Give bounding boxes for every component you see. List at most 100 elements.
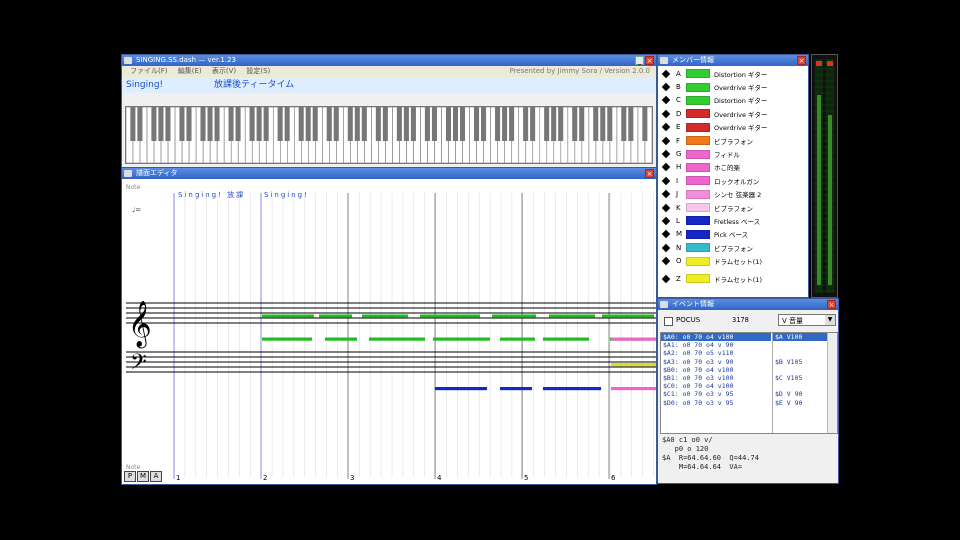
event-summary-row[interactable]: $A V100 xyxy=(773,333,827,342)
score-canvas[interactable]: Note ♩= Note Singing! 放課 Singing! 1 2 3 4 5 6… xyxy=(122,179,656,484)
parameter-select[interactable]: V 音量 ▼ xyxy=(778,314,836,326)
black-key[interactable] xyxy=(474,107,480,141)
black-key[interactable] xyxy=(530,107,536,141)
menu-settings[interactable]: 設定(S) xyxy=(246,67,270,75)
black-key[interactable] xyxy=(445,107,451,141)
guitar-note[interactable] xyxy=(492,314,536,318)
member-row[interactable]: H ホこ的楽 xyxy=(658,161,808,174)
black-key[interactable] xyxy=(544,107,550,141)
black-key[interactable] xyxy=(249,107,255,141)
guitar-note[interactable] xyxy=(420,314,480,318)
mode-m-button[interactable]: M xyxy=(137,471,149,482)
black-key[interactable] xyxy=(298,107,304,141)
info-close-button[interactable]: × xyxy=(827,300,836,309)
black-key[interactable] xyxy=(179,107,185,141)
black-key[interactable] xyxy=(579,107,585,141)
member-row[interactable]: J シンセ 弦楽器 2 xyxy=(658,188,808,201)
guitar-note[interactable] xyxy=(319,314,352,318)
bass-note[interactable] xyxy=(435,387,487,391)
black-key[interactable] xyxy=(403,107,409,141)
black-key[interactable] xyxy=(431,107,437,141)
close-button[interactable]: × xyxy=(645,56,654,65)
black-key[interactable] xyxy=(235,107,241,141)
member-title-bar[interactable]: メンバー情報 × xyxy=(658,55,808,66)
black-key[interactable] xyxy=(361,107,367,141)
member-row[interactable]: Z ドラムセット(1) xyxy=(658,272,808,285)
black-key[interactable] xyxy=(151,107,157,141)
member-row[interactable]: E Overdrive ギター xyxy=(658,121,808,134)
menu-edit[interactable]: 編集(E) xyxy=(178,67,202,75)
black-key[interactable] xyxy=(354,107,360,141)
guitar-note[interactable] xyxy=(325,337,357,341)
member-row[interactable]: D Overdrive ギター xyxy=(658,107,808,120)
black-key[interactable] xyxy=(600,107,606,141)
event-summary-row[interactable]: $D V 90 xyxy=(773,390,827,398)
black-key[interactable] xyxy=(424,107,430,141)
mode-a-button[interactable]: A xyxy=(150,471,162,482)
member-row[interactable]: G フィドル xyxy=(658,147,808,160)
guitar-note[interactable] xyxy=(549,314,595,318)
event-row[interactable]: $B0: o0 70 o4 v100 xyxy=(661,366,771,374)
black-key[interactable] xyxy=(333,107,339,141)
info-title-bar[interactable]: イベント情報 × xyxy=(658,299,838,310)
member-close-button[interactable]: × xyxy=(797,56,806,65)
member-row[interactable]: A Distortion ギター xyxy=(658,67,808,80)
black-key[interactable] xyxy=(312,107,318,141)
black-key[interactable] xyxy=(228,107,234,141)
black-key[interactable] xyxy=(158,107,164,141)
black-key[interactable] xyxy=(481,107,487,141)
event-summary-row[interactable] xyxy=(773,366,827,374)
black-key[interactable] xyxy=(642,107,648,141)
event-row[interactable]: $A3: o0 70 o3 v 90 xyxy=(661,358,771,366)
black-key[interactable] xyxy=(459,107,466,141)
menu-view[interactable]: 表示(V) xyxy=(212,67,236,75)
event-row[interactable]: $A2: o0 70 o5 v110 xyxy=(661,349,771,357)
black-key[interactable] xyxy=(277,107,283,141)
score-title-bar[interactable]: 譜面エディタ × xyxy=(122,168,656,179)
black-key[interactable] xyxy=(137,107,143,141)
pocus-checkbox[interactable] xyxy=(664,317,673,326)
black-key[interactable] xyxy=(495,107,501,141)
member-row[interactable]: K ビブラフォン xyxy=(658,201,808,214)
black-key[interactable] xyxy=(305,107,311,141)
black-key[interactable] xyxy=(130,107,136,141)
drum-note[interactable] xyxy=(611,363,657,367)
event-row[interactable]: $D0: o0 70 o3 v 95 xyxy=(661,399,771,407)
event-row[interactable]: $A0: o0 70 o4 v100 xyxy=(661,333,771,342)
guitar-note[interactable] xyxy=(500,337,535,341)
black-key[interactable] xyxy=(509,107,515,141)
event-list-left[interactable]: $A0: o0 70 o4 v100 $A1: o0 70 o4 v 90 $A2:… xyxy=(661,333,771,433)
member-row[interactable]: N ビブラフォン xyxy=(658,241,808,254)
minimize-button[interactable]: _ xyxy=(635,56,644,65)
guitar-note[interactable] xyxy=(433,337,490,341)
black-key[interactable] xyxy=(410,107,416,141)
black-key[interactable] xyxy=(347,107,353,141)
black-key[interactable] xyxy=(452,107,459,141)
guitar-note[interactable] xyxy=(602,314,654,318)
score-close-button[interactable]: × xyxy=(645,169,654,178)
event-summary-row[interactable] xyxy=(773,349,827,357)
bass-note[interactable] xyxy=(500,387,532,391)
black-key[interactable] xyxy=(396,107,402,141)
event-row[interactable]: $A1: o0 70 o4 v 90 xyxy=(661,341,771,349)
black-key[interactable] xyxy=(375,107,381,141)
synth-note[interactable] xyxy=(611,337,657,341)
member-row[interactable]: B Overdrive ギター xyxy=(658,80,808,93)
member-row[interactable]: F ビブラフォン xyxy=(658,134,808,147)
black-key[interactable] xyxy=(214,107,220,141)
event-summary-row[interactable]: $E V 90 xyxy=(773,399,827,407)
member-row[interactable]: O ドラムセット(1) xyxy=(658,254,808,267)
black-key[interactable] xyxy=(572,107,578,141)
black-key[interactable] xyxy=(502,107,508,141)
black-key[interactable] xyxy=(382,107,388,141)
guitar-note[interactable] xyxy=(543,337,589,341)
black-key[interactable] xyxy=(621,107,627,141)
black-key[interactable] xyxy=(200,107,206,141)
black-key[interactable] xyxy=(186,107,192,141)
mode-p-button[interactable]: P xyxy=(124,471,136,482)
member-row[interactable]: L Fretless ベース xyxy=(658,214,808,227)
black-key[interactable] xyxy=(593,107,599,141)
black-key[interactable] xyxy=(607,107,613,141)
guitar-note[interactable] xyxy=(369,337,425,341)
event-list-scrollbar[interactable] xyxy=(827,333,837,433)
